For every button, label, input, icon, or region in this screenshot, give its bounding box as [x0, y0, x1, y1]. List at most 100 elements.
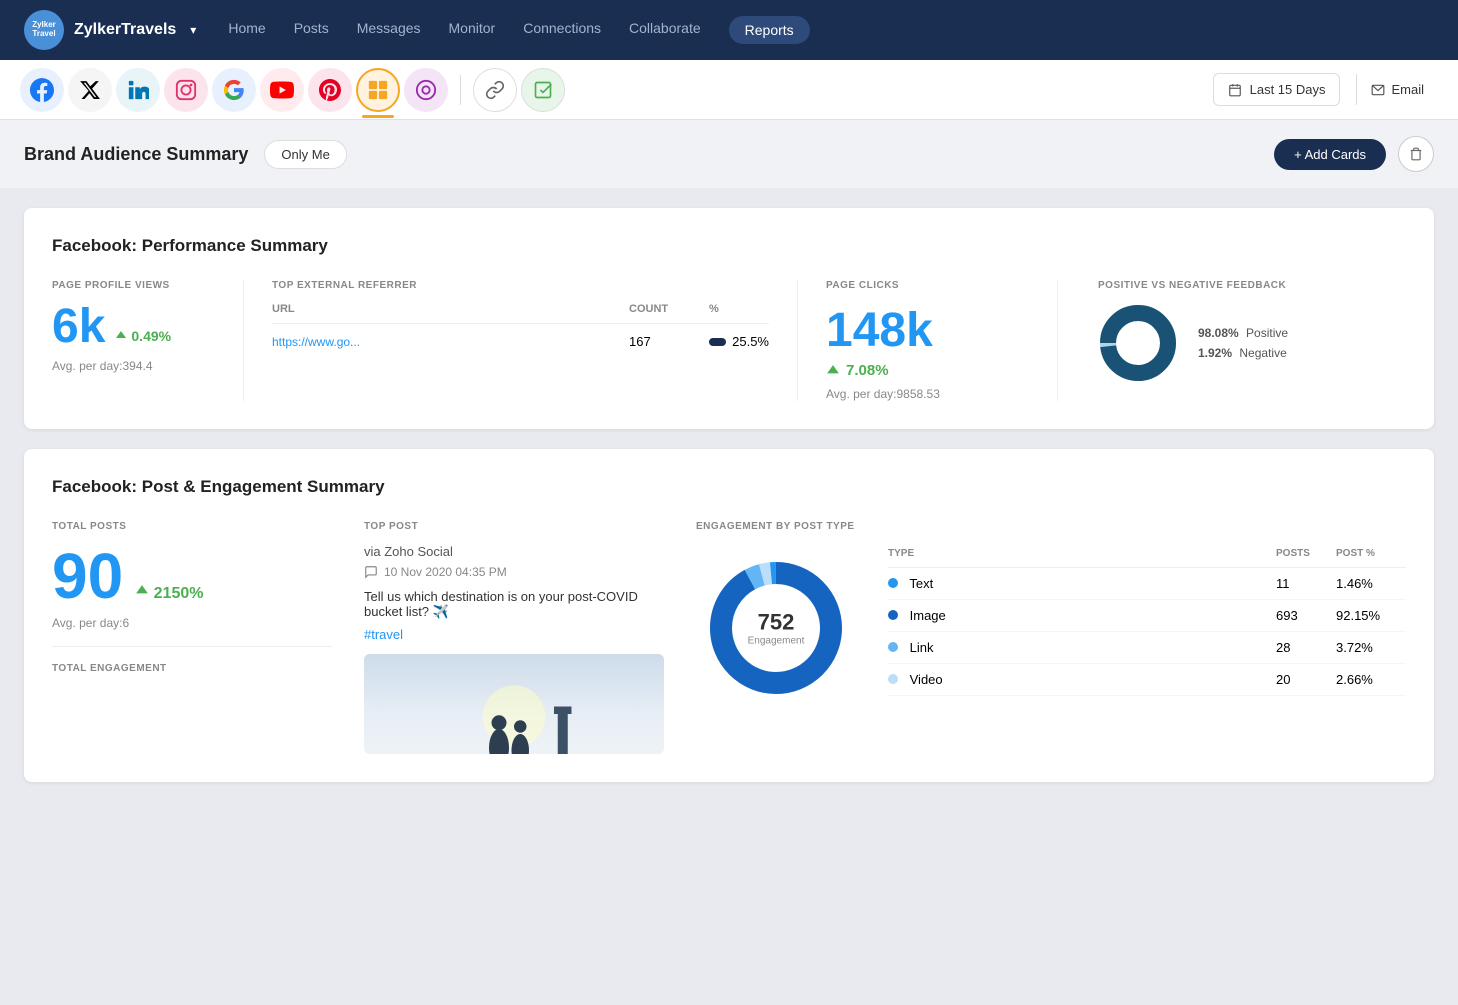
tab-google[interactable] [212, 68, 256, 112]
tab-green-app[interactable] [521, 68, 565, 112]
page-header-left: Brand Audience Summary Only Me [24, 140, 347, 169]
top-post-label: TOP POST [364, 521, 664, 532]
brand-name: ZylkerTravels [74, 21, 176, 39]
negative-feedback: 1.92% Negative [1198, 346, 1288, 360]
date-filter-button[interactable]: Last 15 Days [1213, 73, 1341, 106]
performance-summary-card: Facebook: Performance Summary PAGE PROFI… [24, 208, 1434, 429]
tab-twitter[interactable] [68, 68, 112, 112]
post-eng-grid: TOTAL POSTS 90 2150% Avg. per day:6 TOTA… [52, 521, 1406, 754]
visibility-badge[interactable]: Only Me [264, 140, 346, 169]
nav-home[interactable]: Home [228, 16, 265, 44]
link-dot [888, 642, 898, 652]
image-dot [888, 610, 898, 620]
nav-items: Home Posts Messages Monitor Connections … [228, 16, 1434, 44]
add-cards-button[interactable]: + Add Cards [1274, 139, 1386, 170]
total-posts-change: 2150% [135, 584, 203, 603]
feedback-labels: 98.08% Positive 1.92% Negative [1198, 326, 1288, 360]
engagement-donut-center: 752 Engagement [748, 610, 805, 647]
delete-button[interactable] [1398, 136, 1434, 172]
page-clicks-value: 148k [826, 303, 933, 358]
perf-grid: PAGE PROFILE VIEWS 6k 0.49% Avg. per day… [52, 280, 1406, 401]
engagement-donut-label: Engagement [748, 636, 805, 647]
brand-logo: ZylkerTravel [24, 10, 64, 50]
email-button[interactable]: Email [1356, 74, 1438, 105]
main-nav: ZylkerTravel ZylkerTravels ▾ Home Posts … [0, 0, 1458, 60]
video-posts: 20 [1276, 672, 1336, 687]
total-posts-avg: Avg. per day:6 [52, 616, 332, 630]
top-post-datetime: 10 Nov 2020 04:35 PM [384, 565, 507, 579]
ref-url[interactable]: https://www.go... [272, 335, 629, 349]
ref-col-pct: % [709, 303, 769, 315]
top-post-hashtag: #travel [364, 627, 403, 642]
top-post-source: via Zoho Social [364, 544, 664, 559]
nav-connections[interactable]: Connections [523, 16, 601, 44]
nav-reports[interactable]: Reports [729, 16, 810, 44]
engagement-donut-value: 752 [748, 610, 805, 636]
page-profile-views-section: PAGE PROFILE VIEWS 6k 0.49% Avg. per day… [52, 280, 244, 401]
table-row: Image 693 92.15% [888, 600, 1406, 632]
feedback-content: 98.08% Positive 1.92% Negative [1098, 303, 1406, 383]
positive-feedback: 98.08% Positive [1198, 326, 1288, 340]
page-clicks-label: PAGE CLICKS [826, 280, 1029, 291]
referrer-label: TOP EXTERNAL REFERRER [272, 280, 769, 291]
page-profile-views-value: 6k [52, 303, 105, 351]
referrer-table: URL COUNT % https://www.go... 167 25.5% [272, 303, 769, 359]
engagement-by-post-type-section: ENGAGEMENT BY POST TYPE [696, 521, 1406, 754]
type-text: Text [888, 576, 1276, 591]
tab-linkedin[interactable] [116, 68, 160, 112]
tab-zoho-social[interactable] [356, 68, 400, 112]
page-header-right: + Add Cards [1274, 136, 1434, 172]
ref-count: 167 [629, 334, 709, 349]
feedback-label: POSITIVE VS NEGATIVE FEEDBACK [1098, 280, 1406, 291]
tab-divider [460, 75, 461, 105]
tab-instagram[interactable] [164, 68, 208, 112]
text-dot [888, 578, 898, 588]
ref-pct: 25.5% [732, 334, 769, 349]
page-header: Brand Audience Summary Only Me + Add Car… [0, 120, 1458, 188]
tab-purple-app[interactable] [404, 68, 448, 112]
video-pct: 2.66% [1336, 672, 1406, 687]
type-video: Video [888, 672, 1276, 687]
tab-youtube[interactable] [260, 68, 304, 112]
text-posts: 11 [1276, 576, 1336, 591]
engagement-table-header: TYPE POSTS POST % [888, 548, 1406, 568]
arrow-up-clicks-icon [826, 364, 840, 378]
page-title: Brand Audience Summary [24, 144, 248, 165]
tab-chain-link[interactable] [473, 68, 517, 112]
top-post-time: 10 Nov 2020 04:35 PM [364, 565, 664, 579]
email-label: Email [1391, 82, 1424, 97]
table-row: Text 11 1.46% [888, 568, 1406, 600]
perf-card-title: Facebook: Performance Summary [52, 236, 1406, 256]
nav-brand[interactable]: ZylkerTravel ZylkerTravels ▾ [24, 10, 196, 50]
page-clicks-avg: Avg. per day:9858.53 [826, 387, 1029, 401]
referrer-table-header: URL COUNT % [272, 303, 769, 324]
table-row: Video 20 2.66% [888, 664, 1406, 696]
image-posts: 693 [1276, 608, 1336, 623]
feedback-donut [1098, 303, 1178, 383]
post-eng-card-title: Facebook: Post & Engagement Summary [52, 477, 1406, 497]
page-clicks-section: PAGE CLICKS 148k 7.08% Avg. per day:9858… [826, 280, 1058, 401]
total-engagement-label: TOTAL ENGAGEMENT [52, 663, 332, 674]
nav-messages[interactable]: Messages [357, 16, 421, 44]
engagement-type-table: TYPE POSTS POST % Text 11 1.46% [888, 548, 1406, 696]
calendar-icon [1228, 83, 1242, 97]
engagement-type-label: ENGAGEMENT BY POST TYPE [696, 521, 1406, 532]
main-content: Facebook: Performance Summary PAGE PROFI… [0, 188, 1458, 802]
type-image: Image [888, 608, 1276, 623]
nav-collaborate[interactable]: Collaborate [629, 16, 701, 44]
feedback-section: POSITIVE VS NEGATIVE FEEDBACK 98.0 [1086, 280, 1406, 401]
page-profile-views-change: 0.49% [115, 328, 171, 344]
text-pct: 1.46% [1336, 576, 1406, 591]
nav-monitor[interactable]: Monitor [449, 16, 496, 44]
nav-posts[interactable]: Posts [294, 16, 329, 44]
top-post-text: Tell us which destination is on your pos… [364, 589, 664, 620]
tab-facebook[interactable] [20, 68, 64, 112]
top-external-referrer-section: TOP EXTERNAL REFERRER URL COUNT % https:… [272, 280, 798, 401]
brand-chevron-icon: ▾ [190, 23, 196, 37]
message-icon [364, 565, 378, 579]
link-pct: 3.72% [1336, 640, 1406, 655]
engagement-donut-wrap: 752 Engagement TYPE POSTS POST % [696, 548, 1406, 708]
post-engagement-card: Facebook: Post & Engagement Summary TOTA… [24, 449, 1434, 782]
video-dot [888, 674, 898, 684]
tab-pinterest[interactable] [308, 68, 352, 112]
